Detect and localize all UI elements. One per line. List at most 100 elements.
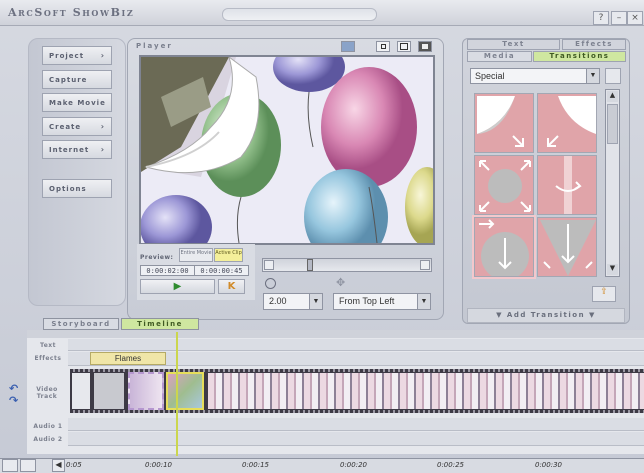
balloons-image (141, 57, 433, 243)
nav-internet-button[interactable]: Internet › (42, 140, 112, 159)
app-title: ArcSoft ShowBiz (8, 6, 135, 19)
clip-gray[interactable] (94, 373, 124, 409)
scrub-slider[interactable] (262, 258, 432, 272)
film-sprockets (70, 410, 644, 413)
small-view-button[interactable] (376, 41, 390, 52)
transition-split[interactable] (537, 217, 597, 277)
duration-select[interactable]: 2.00 ▼ (263, 293, 323, 310)
square-icon (400, 43, 408, 50)
slider-thumb[interactable] (307, 259, 313, 271)
timeline-header (27, 330, 644, 338)
rotate-icon (555, 156, 582, 214)
help-button[interactable]: ? (593, 11, 609, 25)
transitions-scrollbar[interactable]: ▲ ▼ (605, 89, 620, 277)
transition-circle[interactable] (474, 155, 534, 215)
ruler-tick: 0:00:25 (437, 461, 464, 469)
preview-label: Preview: (140, 254, 174, 261)
add-transition-label: Add Transition (506, 311, 586, 319)
snapshot-icon[interactable] (341, 41, 355, 52)
zoom-fit-icon[interactable] (2, 459, 18, 472)
mark-in-button[interactable]: K (218, 279, 245, 294)
row-label-audio1: Audio 1 (33, 423, 63, 430)
direction-value: From Top Left (339, 296, 395, 306)
tab-transitions[interactable]: Transitions (533, 51, 626, 62)
effect-clip-flames[interactable]: Flames (90, 352, 166, 365)
transition-page-peel-2[interactable] (537, 93, 597, 153)
direction-icon: ✥ (336, 276, 346, 289)
transition-category-select[interactable]: Special ▼ (470, 68, 600, 84)
audio2-track[interactable] (68, 432, 644, 446)
time-end: 0:00:00:45 (194, 265, 249, 276)
nav-create-button[interactable]: Create › (42, 117, 112, 136)
nav-project-button[interactable]: Project › (42, 46, 112, 65)
transition-page-peel-1[interactable] (474, 93, 534, 153)
entire-movie-button[interactable]: Entire Movie (179, 248, 213, 262)
scroll-up-icon[interactable]: ▲ (607, 91, 618, 102)
active-video-clip[interactable] (166, 372, 204, 410)
tab-media[interactable]: Media (467, 51, 532, 62)
direction-select[interactable]: From Top Left ▼ (333, 293, 431, 310)
scroll-thumb[interactable] (607, 104, 618, 144)
scroll-down-icon[interactable]: ▼ (607, 264, 618, 275)
import-icon[interactable]: ⇪ (592, 286, 616, 302)
clip-blank[interactable] (72, 373, 90, 409)
fullscreen-icon (422, 44, 428, 49)
mark-icon: K (227, 281, 236, 292)
active-clip-button[interactable]: Active Clip (214, 248, 243, 262)
nav-capture-button[interactable]: Capture (42, 70, 112, 89)
zoom-frame-icon[interactable] (20, 459, 36, 472)
player-label: Player (136, 42, 173, 50)
tab-timeline[interactable]: Timeline (121, 318, 199, 330)
wipe-down-icon (479, 219, 529, 276)
nav-project-label: Project (49, 52, 85, 60)
text-track[interactable] (68, 339, 644, 351)
list-view-icon[interactable] (605, 68, 621, 84)
row-label-effects: Effects (34, 355, 62, 362)
transition-wipe-down[interactable] (474, 217, 534, 277)
transition-rotate[interactable] (537, 155, 597, 215)
row-label-text: Text (39, 342, 57, 349)
chevron-right-icon: › (100, 51, 105, 60)
time-start: 0:00:02:00 (140, 265, 195, 276)
audio1-track[interactable] (68, 418, 644, 431)
nav-make-movie-label: Make Movie (49, 99, 106, 107)
medium-view-button[interactable] (397, 41, 411, 52)
tab-effects[interactable]: Effects (562, 39, 626, 50)
scroll-left-icon[interactable]: ◀ (52, 459, 65, 472)
transition-clip[interactable] (128, 372, 164, 410)
fullscreen-button[interactable] (418, 41, 432, 52)
row-label-audio2: Audio 2 (33, 436, 63, 443)
nav-internet-label: Internet (49, 146, 90, 154)
nav-create-label: Create (49, 123, 82, 131)
page-peel-icon (477, 96, 524, 147)
title-bar: ArcSoft ShowBiz ? – × (0, 0, 644, 26)
options-button[interactable]: Options (42, 179, 112, 198)
title-field (222, 8, 377, 21)
slider-end-icon[interactable] (420, 260, 430, 270)
clock-icon (265, 278, 276, 289)
tab-storyboard[interactable]: Storyboard (43, 318, 119, 330)
nav-capture-label: Capture (49, 76, 88, 84)
redo-icon[interactable]: ↷ (9, 394, 18, 407)
playhead[interactable] (176, 332, 178, 456)
nav-make-movie-button[interactable]: Make Movie (42, 93, 112, 112)
add-transition-button[interactable]: ▼ Add Transition ▼ (467, 308, 625, 323)
ruler-tick: 0:00:10 (145, 461, 172, 469)
app-window: ArcSoft ShowBiz ? – × Project › Capture M… (0, 0, 644, 473)
tab-text[interactable]: Text (467, 39, 560, 50)
video-track[interactable] (70, 369, 644, 413)
video-preview[interactable] (139, 55, 435, 245)
category-value: Special (475, 71, 505, 81)
minimize-button[interactable]: – (611, 11, 627, 25)
ruler-tick: 0:00:15 (242, 461, 269, 469)
ruler-tick: 0:00:20 (340, 461, 367, 469)
page-peel-icon (547, 96, 596, 147)
play-icon: ▶ (173, 281, 182, 292)
duration-value: 2.00 (269, 296, 287, 306)
video-clip-frames[interactable] (208, 373, 644, 409)
chevron-right-icon: › (100, 122, 105, 131)
close-button[interactable]: × (627, 11, 643, 25)
play-button[interactable]: ▶ (140, 279, 215, 294)
slider-start-icon[interactable] (264, 260, 274, 270)
chevron-down-icon: ▼ (417, 294, 430, 309)
